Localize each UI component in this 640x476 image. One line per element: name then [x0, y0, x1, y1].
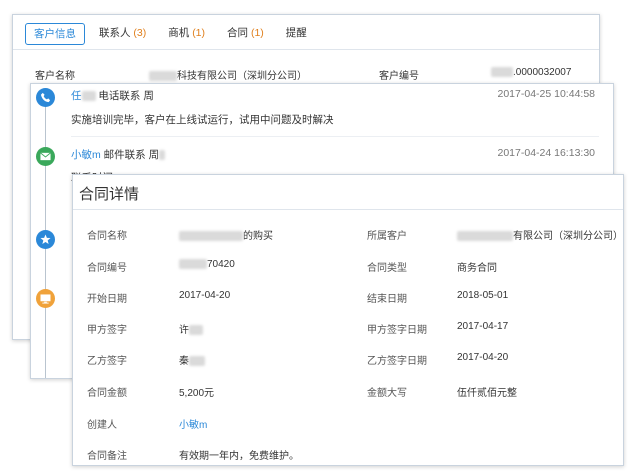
redacted-text: [179, 259, 207, 270]
tab-label: 客户信息: [34, 28, 76, 40]
field-label: 甲方签字日期: [367, 325, 427, 336]
redacted-text: [491, 67, 513, 78]
field-label: 创建人: [87, 420, 117, 431]
field-label: 所属客户: [367, 231, 407, 242]
redacted-text: [457, 231, 513, 242]
contract-row: 乙方签字 秦 乙方签字日期 2017-04-20: [73, 352, 623, 367]
redacted-text: [159, 150, 166, 161]
field-value: 2017-04-20: [179, 290, 231, 301]
contract-title: 合同详情: [79, 186, 140, 203]
tabs-divider: [13, 49, 599, 50]
tab-label: 商机: [168, 27, 190, 39]
field-label: 结束日期: [367, 294, 407, 305]
tab-contacts[interactable]: 联系人 (3): [91, 23, 154, 43]
customer-id-label: 客户编号: [379, 71, 419, 82]
field-value: 许: [179, 321, 203, 336]
contract-detail-panel: 合同详情 合同名称 的购买 所属客户 有限公司（深圳分公司） 合同编号 7042…: [72, 174, 624, 466]
field-value-text: 有限公司（深圳分公司）: [513, 231, 623, 242]
tab-contracts[interactable]: 合同 (1): [219, 23, 272, 43]
tab-label: 联系人: [99, 27, 131, 39]
activity-user-link[interactable]: 任: [71, 90, 82, 102]
tab-customer-info[interactable]: 客户信息: [25, 23, 85, 45]
contract-row: 合同金额 5,200元 金额大写 伍仟贰佰元整: [73, 384, 623, 399]
field-value: 有效期一年内，免费维护。: [179, 451, 299, 462]
tab-count: (1): [192, 27, 206, 39]
field-value: 2017-04-17: [457, 321, 509, 332]
field-label: 合同金额: [87, 388, 127, 399]
field-label: 合同类型: [367, 263, 407, 274]
field-value-text: 的购买: [243, 231, 273, 242]
field-value-text: 秦: [179, 356, 189, 367]
redacted-text: [81, 91, 96, 102]
monitor-icon: [36, 289, 55, 308]
field-value: 伍仟贰佰元整: [457, 388, 517, 399]
tab-bar: 客户信息 联系人 (3) 商机 (1) 合同 (1) 提醒: [25, 23, 315, 45]
activity-time: 2017-04-24 16:13:30: [497, 147, 596, 159]
activity-user-link[interactable]: 小敏m: [71, 149, 101, 161]
field-label: 乙方签字: [87, 356, 127, 367]
activity-contact: 周: [148, 149, 160, 161]
customer-id-value: .0000032007: [491, 67, 571, 78]
field-label: 甲方签字: [87, 325, 127, 336]
redacted-text: [179, 231, 243, 242]
field-value: 70420: [179, 259, 235, 270]
redacted-text: [189, 325, 203, 336]
customer-name-label: 客户名称: [35, 71, 75, 82]
customer-name-value: 科技有限公司（深圳分公司）: [149, 67, 307, 82]
contract-row: 合同名称 的购买 所属客户 有限公司（深圳分公司）: [73, 227, 623, 242]
tab-label: 提醒: [285, 27, 307, 39]
contract-row: 开始日期 2017-04-20 结束日期 2018-05-01: [73, 290, 623, 305]
activity-time: 2017-04-25 10:44:58: [497, 88, 596, 100]
contract-row: 合同编号 70420 合同类型 商务合同: [73, 259, 623, 274]
field-value-text: 70420: [207, 259, 235, 270]
activity-body: 实施培训完毕，客户在上线试运行，试用中问题及时解决: [71, 114, 334, 126]
phone-icon: [36, 88, 55, 107]
activity-title: 小敏m 邮件联系 周: [71, 147, 166, 162]
field-value: 秦: [179, 352, 205, 367]
contract-row: 创建人 小敏m: [73, 416, 623, 431]
contract-divider: [73, 209, 623, 210]
tab-reminders[interactable]: 提醒: [278, 23, 315, 43]
field-label: 开始日期: [87, 294, 127, 305]
field-label: 合同名称: [87, 231, 127, 242]
customer-id-text: .0000032007: [513, 67, 572, 78]
tab-count: (1): [250, 27, 264, 39]
activity-type: 电话联系: [98, 90, 141, 102]
redacted-text: [149, 71, 177, 82]
field-value: 的购买: [179, 227, 273, 242]
field-value: 5,200元: [179, 388, 215, 399]
email-icon: [36, 147, 55, 166]
contract-row: 合同备注 有效期一年内，免费维护。: [73, 447, 623, 462]
creator-link[interactable]: 小敏m: [179, 416, 207, 431]
star-icon: [36, 230, 55, 249]
activity-title: 任 电话联系 周: [71, 88, 154, 103]
activity-divider: [71, 136, 599, 137]
field-value: 2017-04-20: [457, 352, 509, 363]
activity-type: 邮件联系: [103, 149, 146, 161]
tab-label: 合同: [227, 27, 249, 39]
field-value: 商务合同: [457, 263, 497, 274]
field-value: 有限公司（深圳分公司）: [457, 227, 623, 242]
field-label: 合同编号: [87, 263, 127, 274]
activity-contact: 周: [143, 90, 154, 102]
field-label: 乙方签字日期: [367, 356, 427, 367]
tab-count: (3): [133, 27, 147, 39]
tab-opportunities[interactable]: 商机 (1): [160, 23, 213, 43]
field-value-text: 许: [179, 325, 189, 336]
field-value: 2018-05-01: [457, 290, 509, 301]
customer-name-text: 科技有限公司（深圳分公司）: [177, 71, 307, 82]
field-label: 金额大写: [367, 388, 407, 399]
redacted-text: [189, 356, 205, 367]
contract-row: 甲方签字 许 甲方签字日期 2017-04-17: [73, 321, 623, 336]
field-label: 合同备注: [87, 451, 127, 462]
